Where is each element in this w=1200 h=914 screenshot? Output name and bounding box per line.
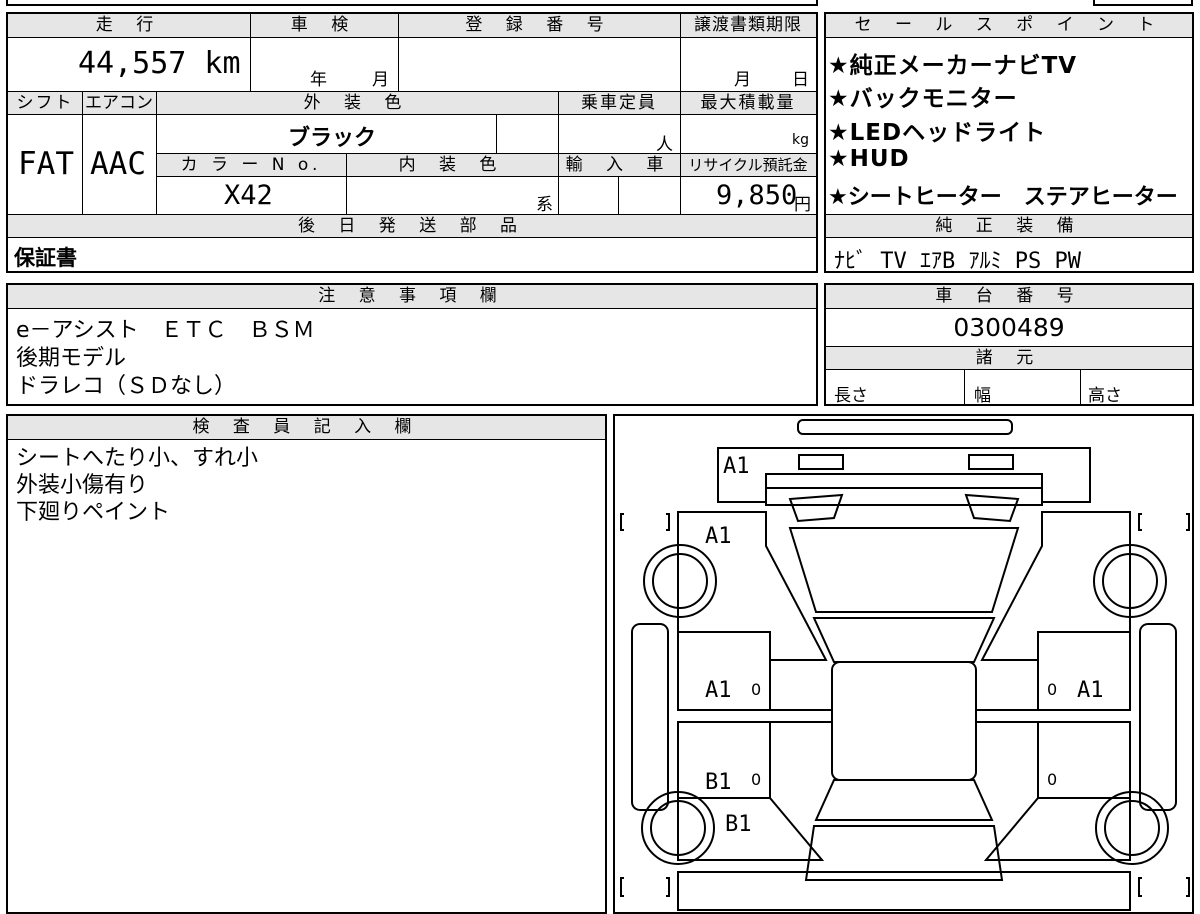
sales-points-panel: セ ー ル ス ポ イ ン ト ★純正メーカーナビTV ★バックモニター ★LE… <box>824 12 1194 275</box>
notes-line: e－アシスト ＥＴＣ ＢＳＭ <box>16 318 315 343</box>
recycle-fee-unit: 円 <box>794 195 811 215</box>
damage-mark-left-fender: A1 <box>705 524 732 549</box>
spec-length: 長さ <box>834 386 868 406</box>
inspector-line: 下廻りペイント <box>16 500 171 525</box>
grid-line <box>558 91 559 214</box>
equipment-item: PW <box>1054 249 1082 274</box>
exterior-color-value: ブラック <box>288 126 377 151</box>
transfer-header: 譲渡書類期限 <box>680 14 816 38</box>
aircon-header: エアコン <box>82 91 156 115</box>
registration-header: 登 録 番 号 <box>398 14 680 38</box>
equipment-list: ﾅﾋﾞ TV ｴｱB ｱﾙﾐ PS PW <box>834 243 1081 275</box>
grid-line <box>250 14 251 91</box>
import-header: 輸 入 車 <box>558 153 680 177</box>
grid-line <box>1080 370 1081 406</box>
top-strip <box>6 0 818 6</box>
top-strip-right <box>1093 0 1193 6</box>
equipment-item: ｴｱB <box>920 249 956 274</box>
damage-mark-right-front-door: A1 <box>1077 678 1104 703</box>
chassis-number: 0300489 <box>953 313 1065 342</box>
sales-point-item: ★HUD <box>828 146 910 172</box>
recycle-fee-value: 9,850 <box>716 180 798 211</box>
max-load-header: 最大積載量 <box>680 91 816 115</box>
notes-line: 後期モデル <box>16 346 127 371</box>
grid-line <box>496 115 497 153</box>
chassis-panel: 車 台 番 号 0300489 諸 元 長さ 幅 高さ <box>824 283 1194 406</box>
inspector-panel: 検 査 員 記 入 欄 シートへたり小、すれ小 外装小傷有り 下廻りペイント <box>6 414 607 914</box>
damage-mark-left-front-door: A1 <box>705 678 732 703</box>
transfer-day-unit: 日 <box>792 70 809 90</box>
spec-height: 高さ <box>1088 386 1122 406</box>
color-no-value: X42 <box>224 180 273 211</box>
damage-mark-left-rear-fender: B1 <box>725 812 752 837</box>
panel-zero-marker: 0 <box>1047 770 1058 789</box>
later-parts-value: 保証書 <box>14 246 77 270</box>
grid-line <box>618 177 619 214</box>
vehicle-info-table: 走 行 車 検 登 録 番 号 譲渡書類期限 44,557 km 年 月 月 日… <box>6 12 818 273</box>
interior-color-suffix: 系 <box>536 195 553 215</box>
capacity-unit: 人 <box>656 135 673 155</box>
interior-color-header: 内 装 色 <box>346 153 558 177</box>
exterior-color-header: 外 装 色 <box>156 91 558 115</box>
damage-mark-front-bumper: A1 <box>723 454 750 479</box>
damage-mark-left-rear-door: B1 <box>705 770 732 795</box>
transfer-month-unit: 月 <box>734 70 751 90</box>
shift-value: FAT <box>18 146 74 182</box>
equipment-item: ﾅﾋﾞ <box>834 249 868 274</box>
grid-line <box>82 91 83 214</box>
car-outline-diagram <box>620 419 1190 911</box>
inspection-year-unit: 年 <box>310 70 327 90</box>
capacity-header: 乗車定員 <box>558 91 680 115</box>
aircon-value: AAC <box>90 146 146 182</box>
panel-zero-marker: 0 <box>1047 680 1058 699</box>
grid-line <box>964 370 965 406</box>
inspection-month-unit: 月 <box>372 70 389 90</box>
specs-header: 諸 元 <box>826 346 1192 370</box>
mileage-value: 44,557 km <box>78 46 241 81</box>
recycle-header: リサイクル預託金 <box>680 153 816 177</box>
chassis-header: 車 台 番 号 <box>826 285 1192 309</box>
mileage-header: 走 行 <box>8 14 250 38</box>
later-parts-header: 後 日 発 送 部 品 <box>8 214 816 238</box>
grid-line <box>346 153 347 214</box>
notes-panel: 注 意 事 項 欄 e－アシスト ＥＴＣ ＢＳＭ 後期モデル ドラレコ（ＳＤなし… <box>6 283 818 406</box>
grid-line <box>680 14 681 214</box>
equipment-item: PS <box>1014 249 1042 274</box>
max-load-unit: kg <box>792 132 809 148</box>
inspection-header: 車 検 <box>250 14 398 38</box>
sales-point-item: ★LEDヘッドライト <box>828 120 1047 146</box>
equipment-item: TV <box>880 249 907 274</box>
panel-zero-marker: 0 <box>751 770 762 789</box>
inspector-line: シートへたり小、すれ小 <box>16 446 259 471</box>
equipment-item: ｱﾙﾐ <box>968 249 1002 274</box>
sales-point-item: ★純正メーカーナビTV <box>828 53 1078 79</box>
notes-line: ドラレコ（ＳＤなし） <box>16 374 237 399</box>
sales-points-header: セ ー ル ス ポ イ ン ト <box>826 14 1192 38</box>
equipment-header: 純 正 装 備 <box>826 214 1192 238</box>
sales-point-item: ★シートヒーター ステアヒーター <box>828 185 1178 210</box>
panel-zero-marker: 0 <box>751 680 762 699</box>
inspector-header: 検 査 員 記 入 欄 <box>8 416 605 440</box>
inspector-line: 外装小傷有り <box>16 473 149 498</box>
grid-line <box>156 91 157 214</box>
color-no-header: カ ラ ー N o. <box>156 153 346 177</box>
spec-width: 幅 <box>974 386 991 406</box>
sales-point-item: ★バックモニター <box>828 86 1018 112</box>
notes-header: 注 意 事 項 欄 <box>8 285 816 309</box>
vehicle-diagram-panel: A1 A1 A1 A1 B1 B1 0 0 0 0 <box>613 414 1194 914</box>
shift-header: シフト <box>8 91 82 115</box>
grid-line <box>398 14 399 91</box>
